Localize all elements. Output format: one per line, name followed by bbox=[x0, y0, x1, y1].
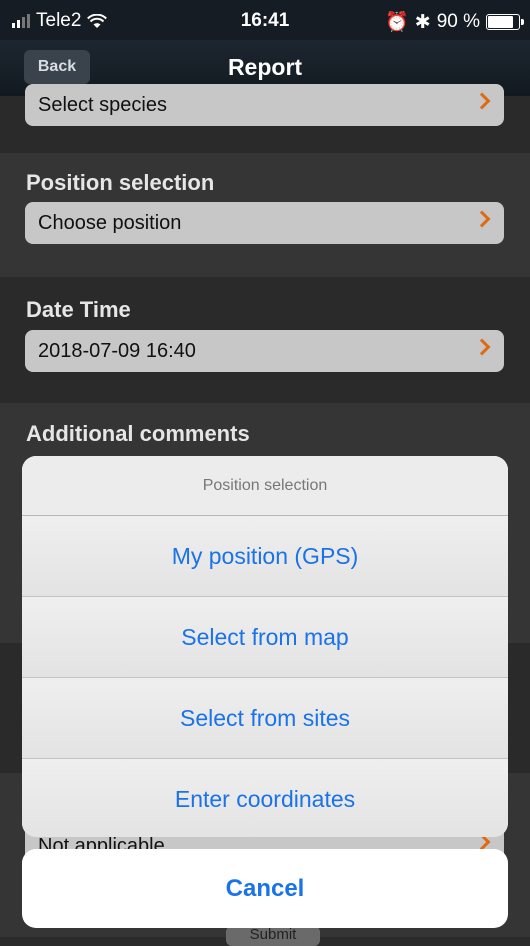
option-select-from-sites[interactable]: Select from sites bbox=[22, 678, 508, 759]
position-value: Choose position bbox=[38, 211, 182, 234]
alarm-icon: ⏰ bbox=[385, 12, 409, 33]
position-action-sheet: Position selection My position (GPS) Sel… bbox=[22, 456, 508, 837]
chevron-right-icon bbox=[473, 92, 491, 110]
battery-icon bbox=[486, 14, 524, 30]
submit-button[interactable]: Submit bbox=[226, 926, 320, 946]
position-label: Position selection bbox=[26, 170, 215, 195]
datetime-section: Date Time 2018-07-09 16:40 bbox=[0, 277, 530, 403]
datetime-label: Date Time bbox=[26, 297, 131, 322]
cancel-button[interactable]: Cancel bbox=[22, 849, 508, 928]
comments-label: Additional comments bbox=[26, 421, 250, 446]
position-section: Position selection Choose position bbox=[0, 153, 530, 277]
position-field[interactable]: Choose position bbox=[25, 202, 504, 244]
action-sheet-title: Position selection bbox=[22, 456, 508, 516]
battery-percent: 90 % bbox=[436, 11, 480, 32]
species-field[interactable]: Select species bbox=[25, 84, 504, 126]
chevron-right-icon bbox=[473, 210, 491, 228]
species-section: Select species bbox=[0, 84, 530, 153]
option-select-from-map[interactable]: Select from map bbox=[22, 597, 508, 678]
chevron-right-icon bbox=[473, 338, 491, 356]
species-value: Select species bbox=[38, 93, 167, 116]
status-right: ⏰ ✱ 90 % bbox=[385, 10, 524, 34]
option-enter-coordinates[interactable]: Enter coordinates bbox=[22, 759, 508, 837]
bluetooth-icon: ✱ bbox=[414, 11, 431, 33]
status-bar: Tele2 16:41 ⏰ ✱ 90 % bbox=[0, 0, 530, 40]
option-my-position-gps[interactable]: My position (GPS) bbox=[22, 516, 508, 597]
datetime-field[interactable]: 2018-07-09 16:40 bbox=[25, 330, 504, 372]
datetime-value: 2018-07-09 16:40 bbox=[38, 339, 196, 362]
page-title: Report bbox=[227, 54, 303, 80]
